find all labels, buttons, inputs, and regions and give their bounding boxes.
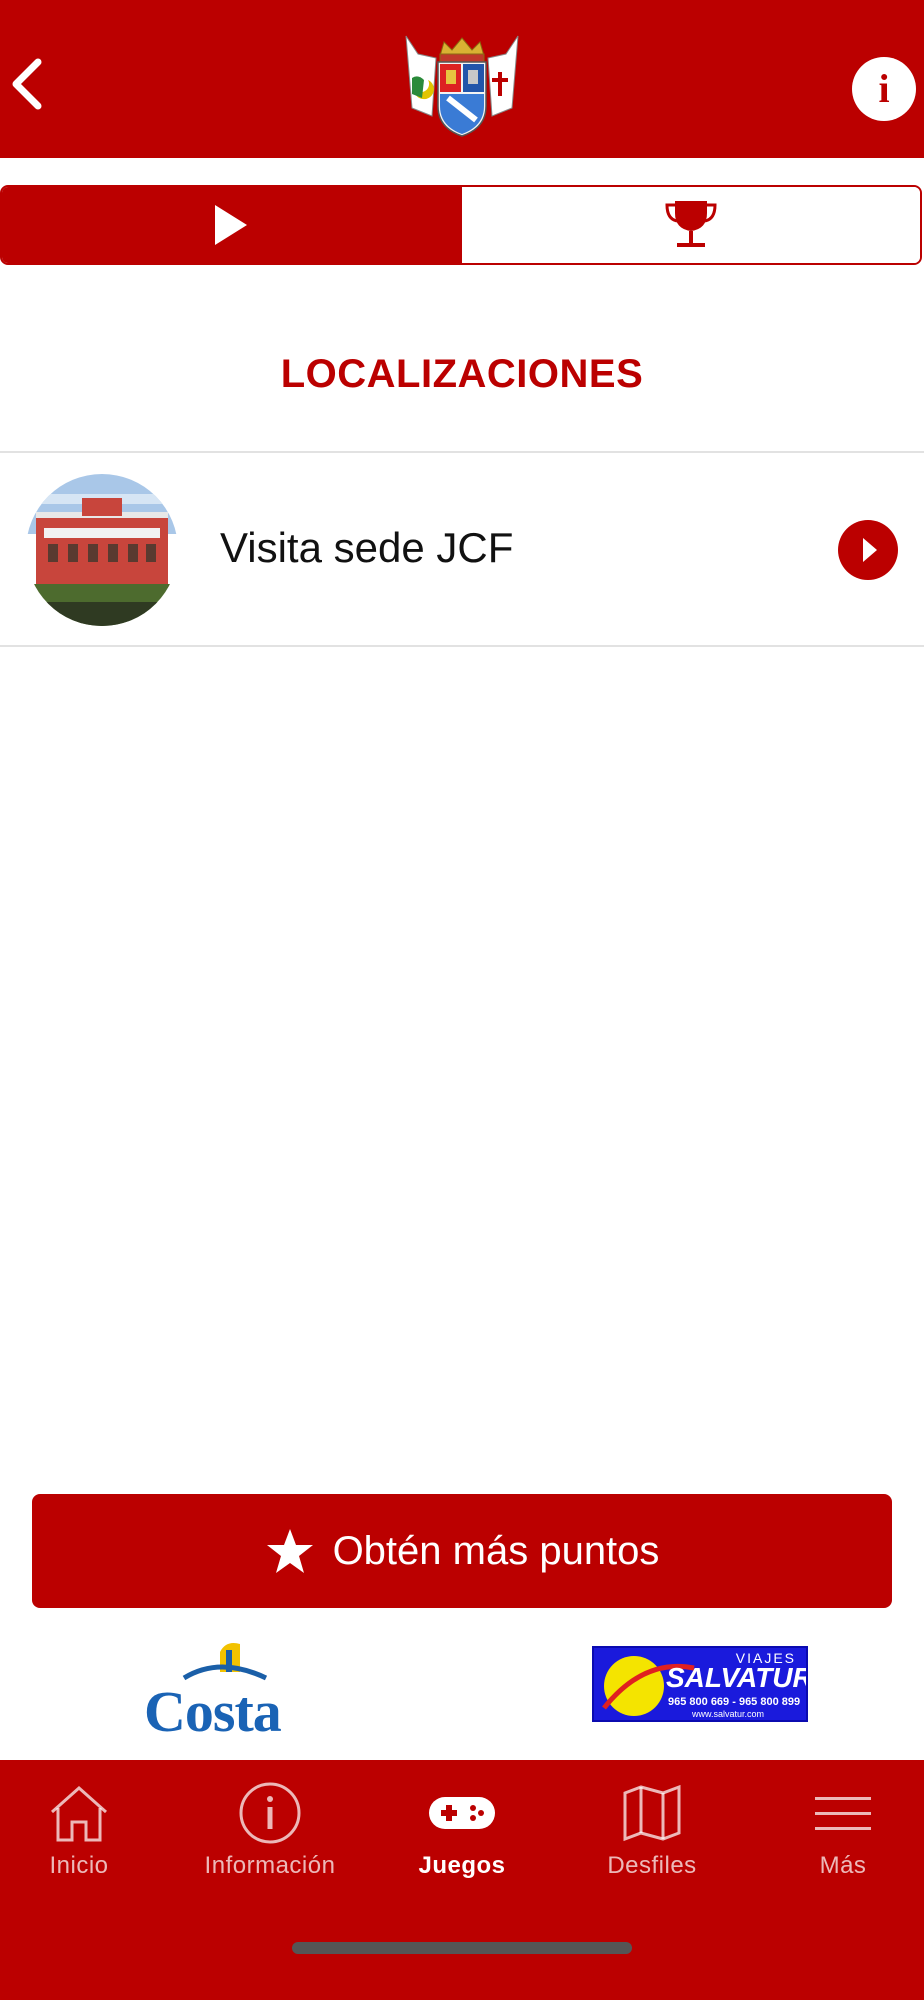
- location-thumbnail: [26, 474, 178, 626]
- sponsor-salvatur-phones: 965 800 669 - 965 800 899: [668, 1696, 801, 1708]
- tab-play[interactable]: [2, 187, 460, 263]
- sponsor-salvatur-name: SALVATUR: [666, 1662, 808, 1693]
- tab-label: Información: [204, 1852, 336, 1879]
- tab-desfiles[interactable]: Desfiles: [560, 1778, 744, 1898]
- tab-label: Inicio: [49, 1852, 109, 1879]
- tab-trophy[interactable]: [460, 187, 920, 263]
- trophy-icon: [665, 201, 717, 247]
- cta-label: Obtén más puntos: [332, 1528, 660, 1573]
- info-circle-icon: [239, 1782, 301, 1844]
- gamepad-icon: [429, 1797, 495, 1829]
- play-icon: [215, 205, 247, 245]
- get-more-points-button[interactable]: Obtén más puntos: [32, 1494, 892, 1608]
- divider: [0, 451, 924, 453]
- tab-label: Más: [819, 1852, 867, 1879]
- info-button[interactable]: i: [852, 57, 916, 121]
- tab-label: Juegos: [418, 1852, 506, 1879]
- game-mode-segmented-control: [0, 185, 922, 265]
- home-indicator[interactable]: [292, 1942, 632, 1954]
- chevron-right-circle-icon[interactable]: [838, 520, 898, 580]
- chevron-left-icon: [12, 58, 42, 110]
- tab-label: Desfiles: [607, 1852, 697, 1879]
- home-icon: [51, 1785, 107, 1842]
- tab-mas[interactable]: Más: [751, 1778, 924, 1898]
- back-button[interactable]: [8, 56, 48, 112]
- tab-informacion[interactable]: Información: [178, 1778, 362, 1898]
- location-label: Visita sede JCF: [220, 524, 514, 571]
- star-icon: [265, 1527, 315, 1575]
- info-icon: i: [878, 66, 890, 111]
- map-icon: [623, 1784, 681, 1842]
- section-title: LOCALIZACIONES: [280, 352, 644, 396]
- tab-juegos[interactable]: Juegos: [370, 1778, 554, 1898]
- list-item-location[interactable]: Visita sede JCF: [0, 454, 924, 646]
- sponsor-salvatur-logo[interactable]: VIAJES SALVATUR 965 800 669 - 965 800 89…: [592, 1646, 808, 1722]
- header: i: [0, 0, 924, 158]
- sponsor-salvatur-web: www.salvatur.com: [692, 1709, 765, 1719]
- sponsor-costa-logo[interactable]: Costa: [140, 1638, 308, 1744]
- bottom-tab-bar: Inicio Información Juegos Desfiles Más: [0, 1760, 924, 2000]
- sponsor-costa-name: Costa: [144, 1679, 282, 1744]
- tab-inicio[interactable]: Inicio: [0, 1778, 171, 1898]
- coat-of-arms-logo: [405, 35, 519, 137]
- divider: [0, 645, 924, 647]
- menu-icon: [815, 1797, 871, 1830]
